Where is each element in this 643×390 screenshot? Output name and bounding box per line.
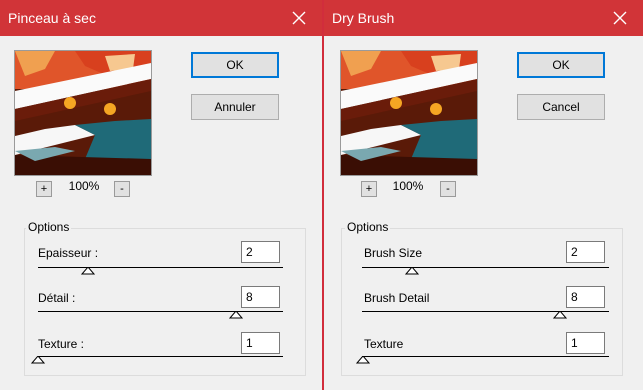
texture-slider-track[interactable]	[38, 356, 283, 357]
brush-size-input[interactable]: 2	[566, 241, 605, 263]
slider-thumb-icon[interactable]	[229, 311, 243, 319]
option-label-thickness: Epaisseur :	[38, 246, 99, 260]
cancel-button[interactable]: Cancel	[517, 94, 605, 120]
brush-detail-input[interactable]: 8	[566, 286, 605, 308]
thickness-slider-track[interactable]	[38, 267, 283, 268]
detail-input[interactable]: 8	[241, 286, 280, 308]
ok-button[interactable]: OK	[191, 52, 279, 78]
close-icon	[292, 11, 306, 25]
slider-thumb-icon[interactable]	[553, 311, 567, 319]
slider-thumb-icon[interactable]	[31, 356, 45, 364]
option-label-texture: Texture :	[38, 337, 85, 351]
dialog-pinceau: Pinceau à sec + 100% - OK Annuler Option…	[0, 0, 322, 390]
zoom-out-button[interactable]: -	[440, 181, 456, 197]
zoom-level: 100%	[68, 179, 100, 193]
brush-size-slider-track[interactable]	[362, 267, 609, 268]
slider-thumb-icon[interactable]	[81, 267, 95, 275]
texture-slider-track[interactable]	[362, 356, 609, 357]
dialog-title: Dry Brush	[332, 10, 395, 26]
close-button[interactable]	[276, 0, 322, 36]
dialog-title: Pinceau à sec	[8, 10, 96, 26]
slider-thumb-icon[interactable]	[356, 356, 370, 364]
preview-image[interactable]	[340, 50, 478, 176]
brush-detail-slider-track[interactable]	[362, 311, 609, 312]
zoom-in-button[interactable]: +	[36, 181, 52, 197]
texture-input[interactable]: 1	[241, 332, 280, 354]
option-label-texture: Texture	[364, 337, 404, 351]
option-label-brush-size: Brush Size	[364, 246, 423, 260]
options-label: Options	[345, 220, 391, 234]
titlebar: Dry Brush	[324, 0, 643, 36]
titlebar: Pinceau à sec	[0, 0, 322, 36]
options-label: Options	[26, 220, 72, 234]
option-label-detail: Détail :	[38, 291, 76, 305]
close-button[interactable]	[597, 0, 643, 36]
thickness-input[interactable]: 2	[241, 241, 280, 263]
zoom-in-button[interactable]: +	[361, 181, 377, 197]
option-label-brush-detail: Brush Detail	[364, 291, 430, 305]
texture-input[interactable]: 1	[566, 332, 605, 354]
cancel-button[interactable]: Annuler	[191, 94, 279, 120]
close-icon	[613, 11, 627, 25]
dialog-dry-brush: Dry Brush + 100% - OK Cancel Options Bru…	[324, 0, 643, 390]
zoom-out-button[interactable]: -	[114, 181, 130, 197]
preview-image[interactable]	[14, 50, 152, 176]
detail-slider-track[interactable]	[38, 311, 283, 312]
slider-thumb-icon[interactable]	[405, 267, 419, 275]
ok-button[interactable]: OK	[517, 52, 605, 78]
zoom-level: 100%	[392, 179, 424, 193]
